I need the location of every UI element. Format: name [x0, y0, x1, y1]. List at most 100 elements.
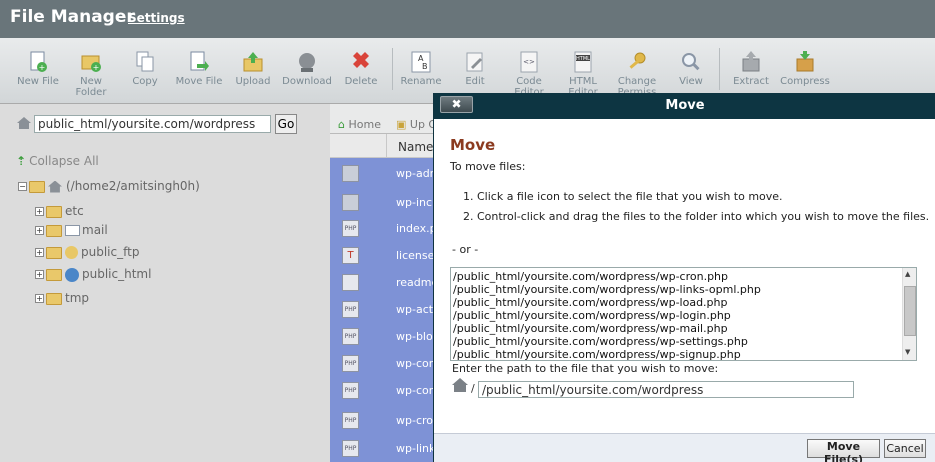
toolbar-html-editor-button[interactable]: HTML HTML Editor — [555, 50, 611, 98]
expand-toggle-icon[interactable]: + — [35, 226, 44, 235]
file-row[interactable]: PHP wp-cror — [330, 407, 440, 434]
tree-item-mail[interactable]: + mail — [35, 223, 108, 237]
folder-open-icon — [29, 180, 45, 193]
instructions-intro: To move files: — [450, 160, 526, 173]
toolbar-copy-button[interactable]: Copy — [117, 50, 173, 87]
settings-link[interactable]: Settings — [128, 11, 185, 25]
destination-path-input[interactable] — [478, 381, 854, 398]
move-file-line: /public_html/yoursite.com/wordpress/wp-c… — [453, 270, 729, 283]
tree-item-etc[interactable]: + etc — [35, 204, 84, 218]
go-button[interactable]: Go — [275, 114, 297, 134]
collapse-arrow-icon: ⇡ — [16, 154, 27, 168]
tree-item-public-html[interactable]: + public_html — [35, 267, 151, 282]
toolbar-new-file-button[interactable]: + New File — [10, 50, 66, 87]
toolbar-compress-button[interactable]: Compress — [777, 50, 833, 87]
file-row[interactable]: PHP wp-con — [330, 377, 440, 404]
svg-text:B: B — [422, 62, 428, 71]
home-icon — [17, 117, 31, 129]
scroll-up-icon[interactable]: ▲ — [905, 270, 910, 278]
tree-item-label: tmp — [65, 291, 90, 305]
tree-item-label: etc — [65, 204, 84, 218]
move-file-line: /public_html/yoursite.com/wordpress/wp-l… — [453, 296, 728, 309]
tree-item-label: mail — [82, 223, 108, 237]
toolbar-new-folder-button[interactable]: + New Folder — [63, 50, 119, 98]
file-name: license. — [396, 249, 436, 262]
dialog-titlebar: ✖ Move — [434, 93, 935, 119]
toolbar-rename-button[interactable]: AB Rename — [393, 50, 449, 87]
php-file-icon: PHP — [342, 355, 359, 372]
toolbar-move-file-button[interactable]: Move File — [171, 50, 227, 87]
toolbar-label: Rename — [400, 76, 442, 87]
collapse-all-link[interactable]: ⇡ Collapse All — [16, 154, 99, 168]
file-name: wp-blog — [396, 330, 436, 343]
file-row[interactable]: Tlicense. — [330, 242, 440, 269]
toolbar-extract-button[interactable]: Extract — [723, 50, 779, 87]
folder-icon — [46, 292, 62, 305]
toolbar-label: New File — [17, 76, 59, 87]
tree-root[interactable]: − (/home2/amitsingh0h) — [18, 179, 200, 193]
nav-home-button[interactable]: ⌂ Home — [338, 118, 381, 131]
toolbar-change-permissions-button[interactable]: Change Permiss — [609, 50, 665, 98]
extract-icon — [742, 51, 760, 72]
delete-icon — [353, 52, 369, 68]
toolbar-download-button[interactable]: Download — [279, 50, 335, 87]
file-row[interactable]: PHP wp-acti — [330, 296, 440, 323]
php-file-icon: PHP — [342, 440, 359, 457]
toolbar-upload-button[interactable]: Upload — [225, 50, 281, 87]
upload-icon — [243, 52, 263, 72]
collapse-toggle-icon[interactable]: − — [18, 182, 27, 191]
tree-item-label: public_ftp — [81, 245, 140, 259]
globe-icon — [65, 267, 79, 282]
file-row[interactable]: PHP wp-con — [330, 350, 440, 377]
new-file-icon: + — [30, 51, 47, 72]
php-file-icon: PHP — [342, 412, 359, 429]
toolbar-label: Copy — [132, 76, 158, 87]
edit-icon — [466, 52, 483, 72]
home-icon: ⌂ — [338, 118, 345, 131]
move-file-line: /public_html/yoursite.com/wordpress/wp-l… — [453, 283, 761, 296]
code-editor-icon: <> — [520, 51, 538, 73]
toolbar-label: HTML — [569, 76, 597, 87]
file-row[interactable]: wp-inclu — [330, 189, 440, 216]
header-bar: File Manager Settings — [0, 0, 935, 38]
toolbar-label: Code — [516, 76, 542, 87]
toolbar-label: Download — [282, 76, 332, 87]
tree-item-public-ftp[interactable]: + public_ftp — [35, 245, 139, 259]
toolbar-view-button[interactable]: View — [663, 50, 719, 87]
toolbar-code-editor-button[interactable]: <> Code Editor — [501, 50, 557, 98]
new-folder-icon: + — [81, 55, 101, 72]
folder-icon — [342, 194, 359, 211]
column-header-name[interactable]: Name — [398, 140, 433, 154]
toolbar-edit-button[interactable]: Edit — [447, 50, 503, 87]
move-files-button[interactable]: Move File(s) — [807, 439, 880, 462]
file-row[interactable]: wp-adm — [330, 160, 440, 187]
scrollbar-thumb[interactable] — [904, 286, 916, 336]
expand-toggle-icon[interactable]: + — [35, 248, 44, 257]
move-dialog: ✖ Move Move To move files: 1. Click a fi… — [433, 93, 935, 462]
collapse-all-label: Collapse All — [29, 154, 99, 168]
scroll-down-icon[interactable]: ▼ — [905, 348, 910, 356]
php-file-icon: PHP — [342, 382, 359, 399]
file-row[interactable]: PHP wp-blog — [330, 323, 440, 350]
toolbar-separator — [719, 48, 720, 90]
toolbar-delete-button[interactable]: Delete — [333, 50, 389, 87]
home-icon — [452, 378, 468, 392]
tree-item-tmp[interactable]: + tmp — [35, 291, 89, 305]
vertical-scrollbar[interactable]: ▲ ▼ — [902, 268, 916, 360]
toolbar-label: New — [80, 76, 102, 87]
nav-up-button[interactable]: ▣ Up O — [396, 118, 437, 131]
move-file-icon — [190, 51, 209, 71]
expand-toggle-icon[interactable]: + — [35, 207, 44, 216]
expand-toggle-icon[interactable]: + — [35, 270, 44, 279]
files-to-move-textarea[interactable]: /public_html/yoursite.com/wordpress/wp-c… — [450, 267, 917, 361]
path-input[interactable] — [34, 115, 271, 133]
rename-icon: AB — [411, 51, 431, 73]
instruction-step: 2. Control-click and drag the files to t… — [463, 210, 930, 223]
expand-toggle-icon[interactable]: + — [35, 294, 44, 303]
file-row[interactable]: PHP wp-link — [330, 435, 440, 462]
file-row[interactable]: readme — [330, 269, 440, 296]
mail-icon — [65, 225, 80, 236]
file-row[interactable]: PHP index.p — [330, 215, 440, 242]
download-icon — [299, 53, 315, 72]
cancel-button[interactable]: Cancel — [884, 439, 926, 458]
